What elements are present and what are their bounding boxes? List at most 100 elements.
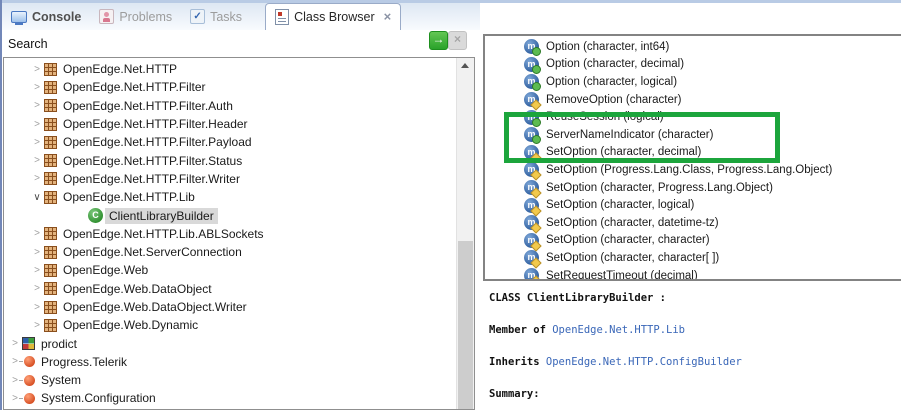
member-item-label: SetOption (character, Progress.Lang.Obje… bbox=[546, 181, 773, 194]
tree-item[interactable]: > prodict bbox=[4, 334, 457, 352]
close-tab-icon[interactable]: × bbox=[384, 10, 392, 23]
view-tab-bar: Console Problems ✓ Tasks Class Browser × bbox=[2, 3, 480, 30]
tree-item[interactable]: > OpenEdge.Net.ServerConnection bbox=[4, 243, 457, 261]
member-item-label: SetOption (character, datetime-tz) bbox=[546, 216, 719, 229]
tree-scrollbar[interactable] bbox=[456, 58, 474, 409]
tree-item[interactable]: > OpenEdge.Web.Dynamic bbox=[4, 316, 457, 334]
member-item-label: RemoveOption (character) bbox=[546, 93, 682, 106]
method-icon: m bbox=[524, 92, 542, 111]
scrollbar-thumb[interactable] bbox=[458, 241, 473, 409]
tree-item-label: OpenEdge.Web bbox=[63, 263, 149, 278]
tree-item-label: OpenEdge.Net.HTTP.Filter.Payload bbox=[63, 135, 252, 150]
tab-console[interactable]: Console bbox=[2, 3, 90, 30]
member-item[interactable]: m Option (character, logical) bbox=[485, 73, 901, 92]
chevron-collapsed-icon[interactable]: > bbox=[30, 137, 44, 148]
search-label: Search bbox=[8, 37, 48, 51]
chevron-collapsed-icon[interactable]: > bbox=[30, 283, 44, 294]
tree-item[interactable]: >System.Deployment bbox=[4, 408, 457, 409]
member-item[interactable]: m Option (character, int64) bbox=[485, 38, 901, 57]
chevron-collapsed-icon[interactable]: > bbox=[30, 320, 44, 331]
member-item[interactable]: m SetRequestTimeout (decimal) bbox=[485, 267, 901, 279]
tree-item[interactable]: > OpenEdge.Web.DataObject bbox=[4, 280, 457, 298]
tree-item[interactable]: > System bbox=[4, 371, 457, 389]
member-item[interactable]: m SetOption (character, character) bbox=[485, 232, 901, 252]
member-item-label: Option (character, int64) bbox=[546, 40, 670, 53]
tree-item[interactable]: > OpenEdge.Net.HTTP.Filter.Auth bbox=[4, 97, 457, 115]
scrollbar-up-arrow-icon[interactable] bbox=[461, 63, 469, 68]
tree-item[interactable]: > OpenEdge.Net.HTTP.Filter.Payload bbox=[4, 133, 457, 151]
member-item[interactable]: m Option (character, decimal) bbox=[485, 56, 901, 74]
tree-item[interactable]: > OpenEdge.Net.HTTP.Filter bbox=[4, 78, 457, 96]
package-icon bbox=[44, 172, 57, 186]
tree-item[interactable]: > OpenEdge.Web bbox=[4, 261, 457, 279]
tab-console-label: Console bbox=[32, 9, 82, 24]
package-icon bbox=[44, 135, 57, 149]
tree-item[interactable]: > System.Configuration bbox=[4, 389, 457, 407]
chevron-collapsed-icon[interactable]: > bbox=[30, 100, 44, 111]
tree-item[interactable]: > OpenEdge.Net.HTTP.Filter.Status bbox=[4, 151, 457, 169]
problems-icon bbox=[99, 9, 115, 24]
method-icon: m bbox=[524, 162, 542, 182]
inherits-line: Inherits OpenEdge.Net.HTTP.ConfigBuilder bbox=[489, 354, 901, 370]
chevron-collapsed-icon[interactable]: > bbox=[30, 228, 44, 239]
tree-item[interactable]: > OpenEdge.Net.HTTP.Filter.Header bbox=[4, 115, 457, 133]
console-icon bbox=[11, 10, 27, 25]
chevron-collapsed-icon[interactable]: > bbox=[30, 173, 44, 184]
tree-item[interactable]: > OpenEdge.Net.HTTP.Lib.ABLSockets bbox=[4, 225, 457, 243]
class-icon: C bbox=[88, 208, 103, 224]
tab-tasks[interactable]: ✓ Tasks bbox=[181, 3, 251, 30]
annotation-box bbox=[504, 112, 780, 163]
tree-item-label: OpenEdge.Net.HTTP.Filter.Writer bbox=[63, 171, 240, 186]
member-of-link[interactable]: OpenEdge.Net.HTTP.Lib bbox=[552, 324, 685, 336]
search-clear-button[interactable]: × bbox=[448, 31, 467, 50]
chevron-collapsed-icon[interactable]: > bbox=[30, 155, 44, 166]
window-left-border bbox=[0, 0, 2, 410]
package-icon bbox=[44, 282, 57, 296]
method-icon: m bbox=[524, 180, 542, 199]
tree-item[interactable]: > OpenEdge.Net.HTTP bbox=[4, 60, 457, 78]
chevron-collapsed-icon[interactable]: > bbox=[30, 302, 44, 313]
member-item[interactable]: m SetOption (character, datetime-tz) bbox=[485, 214, 901, 234]
tree-item-label: OpenEdge.Net.HTTP.Lib bbox=[63, 190, 195, 205]
chevron-collapsed-icon[interactable]: > bbox=[30, 64, 44, 75]
tab-problems[interactable]: Problems bbox=[90, 3, 181, 30]
package-tree: > OpenEdge.Net.HTTP > OpenEdge.Net.HTTP.Fil… bbox=[4, 60, 457, 409]
tree-item[interactable]: > OpenEdge.Web.DataObject.Writer bbox=[4, 298, 457, 316]
member-item[interactable]: m RemoveOption (character) bbox=[485, 91, 901, 111]
tree-item[interactable]: ∨ OpenEdge.Net.HTTP.Lib bbox=[4, 188, 457, 206]
tree-item[interactable]: > OpenEdge.Net.HTTP.Filter.Writer bbox=[4, 170, 457, 188]
tree-item[interactable]: > Progress.Telerik bbox=[4, 353, 457, 371]
inherits-link[interactable]: OpenEdge.Net.HTTP.ConfigBuilder bbox=[546, 356, 742, 368]
tree-item-label: Progress.Telerik bbox=[41, 354, 128, 369]
tree-item-label: OpenEdge.Net.HTTP.Filter.Header bbox=[63, 117, 248, 132]
chevron-expanded-icon[interactable]: ∨ bbox=[30, 192, 44, 203]
package-icon bbox=[44, 190, 57, 204]
tree-item-label: OpenEdge.Net.HTTP bbox=[63, 62, 178, 77]
tab-class-browser[interactable]: Class Browser × bbox=[265, 3, 402, 30]
chevron-collapsed-icon[interactable]: > bbox=[30, 247, 44, 258]
class-declaration: CLASS ClientLibraryBuilder : bbox=[489, 292, 667, 304]
chevron-collapsed-icon[interactable]: > bbox=[30, 82, 44, 93]
tree-item-label: OpenEdge.Net.HTTP.Filter.Status bbox=[63, 153, 243, 168]
dictionary-icon bbox=[22, 337, 35, 351]
search-go-button[interactable]: → bbox=[429, 31, 448, 50]
chevron-collapsed-icon[interactable]: > bbox=[30, 265, 44, 276]
member-item[interactable]: m SetOption (character, Progress.Lang.Obj… bbox=[485, 179, 901, 199]
chevron-collapsed-icon[interactable]: > bbox=[8, 338, 22, 349]
member-item[interactable]: m SetOption (character, logical) bbox=[485, 196, 901, 217]
package-icon bbox=[44, 227, 57, 241]
member-item-label: SetOption (character, character[ ]) bbox=[546, 251, 720, 264]
member-item[interactable]: m SetOption (character, character[ ]) bbox=[485, 249, 901, 270]
package-icon bbox=[44, 99, 57, 113]
package-icon bbox=[44, 80, 57, 94]
member-item[interactable]: m SetOption (Progress.Lang.Class, Progres… bbox=[485, 161, 901, 182]
tree-item-label: ClientLibraryBuilder bbox=[105, 207, 218, 224]
chevron-collapsed-icon[interactable]: > bbox=[30, 119, 44, 130]
tree-item[interactable]: C ClientLibraryBuilder bbox=[4, 206, 457, 224]
